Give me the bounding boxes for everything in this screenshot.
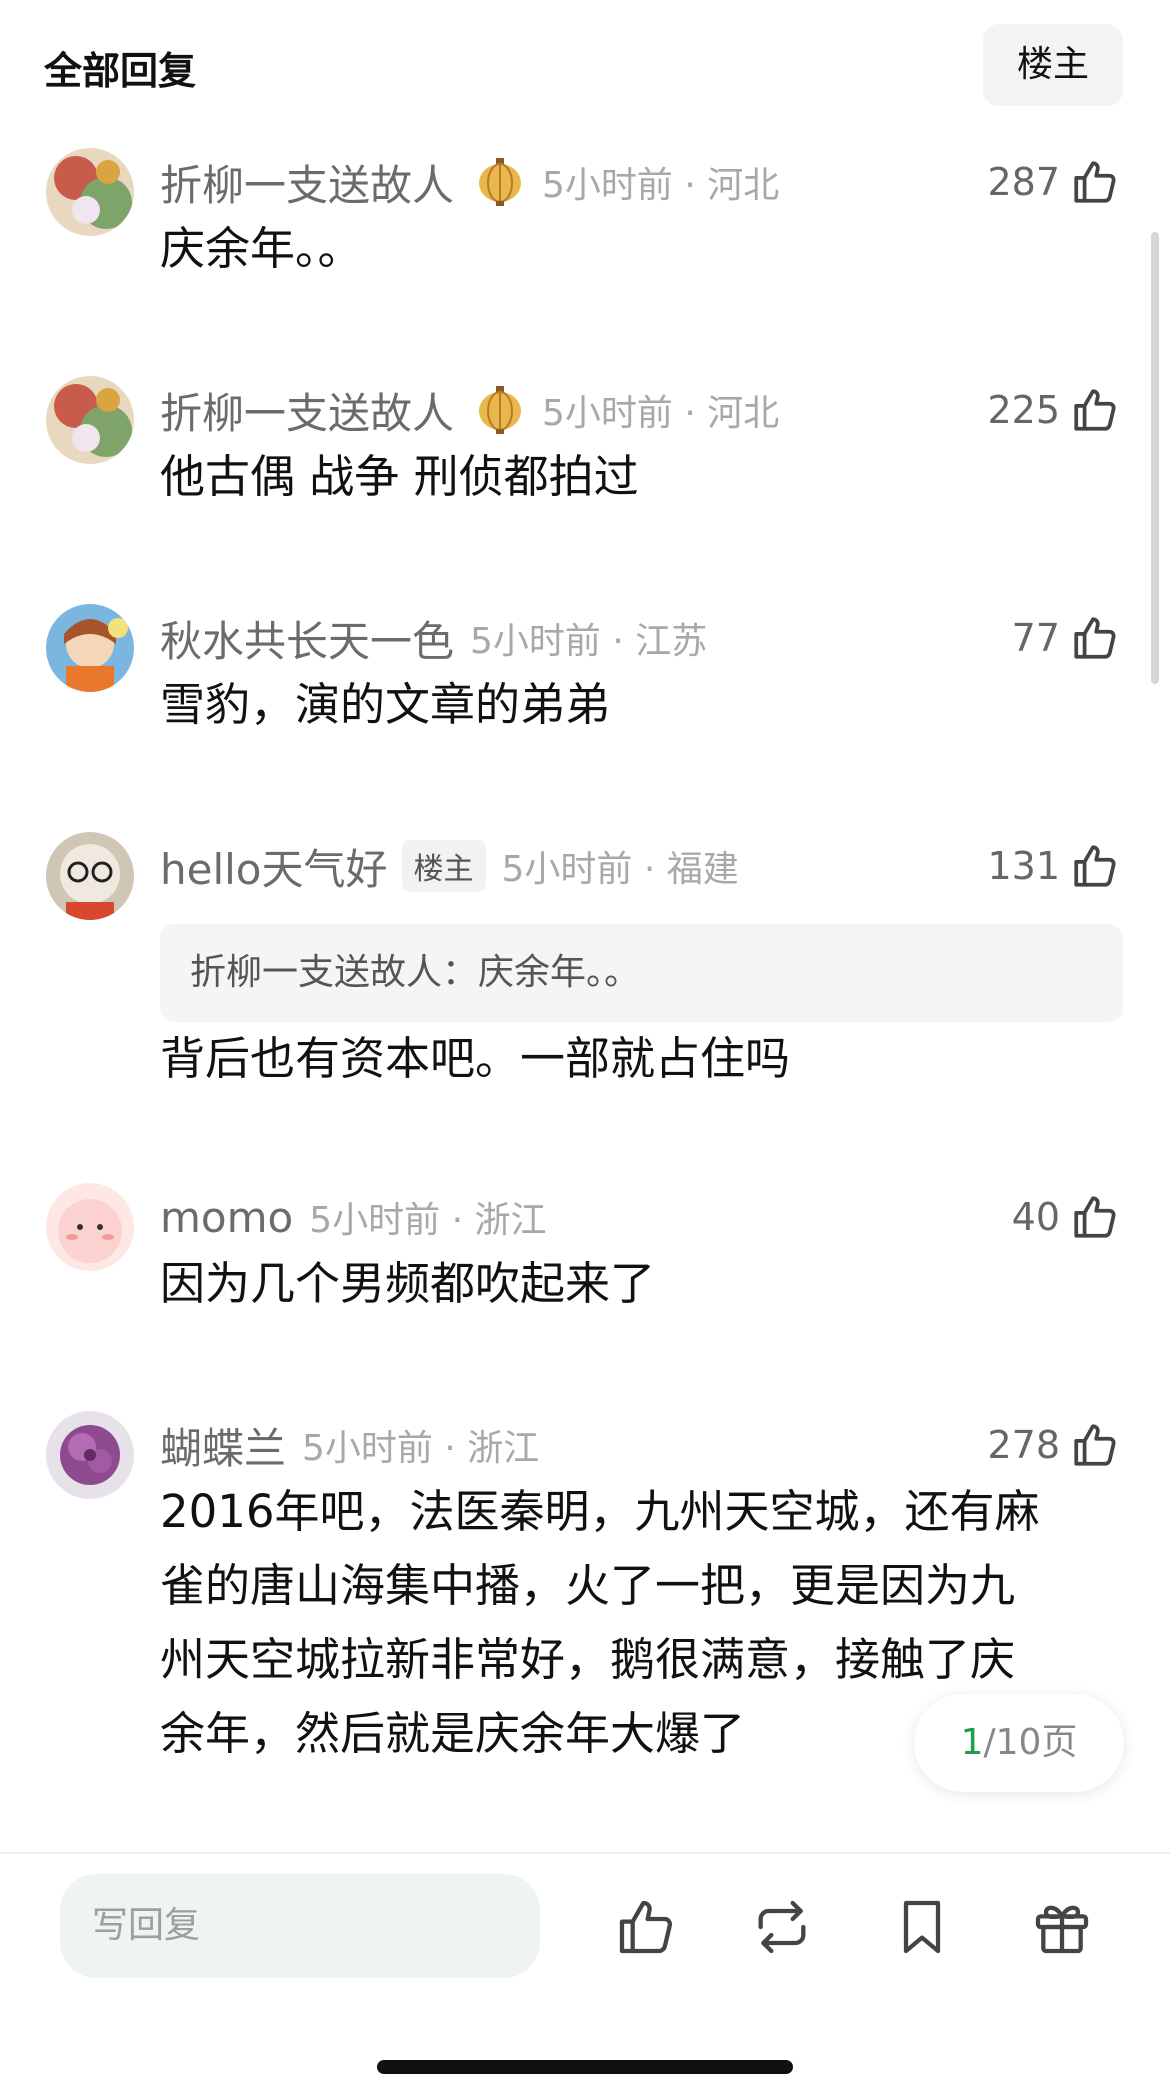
- username[interactable]: momo: [160, 1193, 293, 1242]
- like-button[interactable]: 40: [1012, 1187, 1120, 1247]
- gift-icon[interactable]: [1030, 1895, 1094, 1959]
- avatar[interactable]: [46, 376, 134, 464]
- thumbs-up-icon: [1074, 845, 1116, 887]
- like-button[interactable]: 77: [1012, 608, 1120, 668]
- username[interactable]: 折柳一支送故人: [160, 152, 454, 213]
- avatar[interactable]: [46, 604, 134, 692]
- like-button[interactable]: 131: [987, 836, 1120, 896]
- comment-text: 背后也有资本吧。一部就占住吗: [160, 1032, 791, 1085]
- comment-text-line: 2016年吧，法医秦明，九州天空城，还有麻: [160, 1485, 1040, 1538]
- thumbs-up-icon: [1074, 1424, 1116, 1466]
- avatar[interactable]: [46, 832, 134, 920]
- like-button[interactable]: 225: [987, 380, 1120, 440]
- op-only-button[interactable]: 楼主: [983, 24, 1123, 106]
- lantern-badge-icon: [474, 384, 526, 436]
- username[interactable]: hello天气好: [160, 836, 388, 897]
- op-badge: 楼主: [401, 840, 486, 892]
- comment-text: 雪豹，演的文章的弟弟: [160, 678, 611, 731]
- timestamp-location: 5小时前 · 福建: [501, 849, 739, 890]
- comments-page: 全部回复 楼主 折柳一支送故人 5小时前 · 河北 287 庆余年。。 折柳一支…: [0, 0, 1170, 2094]
- thumbs-up-icon: [1074, 1196, 1116, 1238]
- like-button[interactable]: 287: [987, 152, 1120, 212]
- scrollbar[interactable]: [1151, 232, 1159, 684]
- page-total: /10页: [983, 1722, 1078, 1763]
- bookmark-icon[interactable]: [890, 1895, 954, 1959]
- avatar[interactable]: [46, 1183, 134, 1271]
- comment-text-line: 州天空城拉新非常好，鹅很满意，接触了庆: [160, 1633, 1016, 1686]
- username[interactable]: 秋水共长天一色: [160, 608, 454, 669]
- thumbs-up-icon: [1074, 389, 1116, 431]
- reply-input[interactable]: 写回复: [60, 1874, 540, 1978]
- thumbs-up-icon: [1074, 617, 1116, 659]
- username[interactable]: 蝴蝶兰: [160, 1415, 286, 1476]
- like-count: 40: [1011, 1195, 1060, 1239]
- like-count: 278: [987, 1423, 1060, 1467]
- page-title: 全部回复: [44, 49, 197, 93]
- quoted-reply[interactable]: 折柳一支送故人：庆余年。。: [160, 924, 1123, 1022]
- comment-text-line: 雀的唐山海集中播，火了一把，更是因为九: [160, 1559, 1016, 1612]
- thumbs-up-icon: [1074, 161, 1116, 203]
- divider: [0, 1852, 1170, 1854]
- timestamp-location: 5小时前 · 江苏: [470, 621, 708, 662]
- comment-text: 因为几个男频都吹起来了: [160, 1257, 656, 1310]
- timestamp-location: 5小时前 · 浙江: [302, 1428, 540, 1469]
- home-indicator[interactable]: [377, 2060, 793, 2074]
- comment-text: 他古偶 战争 刑侦都拍过: [160, 450, 639, 503]
- like-count: 131: [987, 844, 1060, 888]
- thumbs-up-icon[interactable]: [614, 1895, 678, 1959]
- like-button[interactable]: 278: [987, 1415, 1120, 1475]
- current-page: 1: [960, 1722, 984, 1763]
- repost-icon[interactable]: [750, 1895, 814, 1959]
- avatar[interactable]: [46, 148, 134, 236]
- comment-text: 庆余年。。: [160, 222, 363, 275]
- username[interactable]: 折柳一支送故人: [160, 380, 454, 441]
- timestamp-location: 5小时前 · 河北: [542, 165, 780, 206]
- avatar[interactable]: [46, 1411, 134, 1499]
- header: 全部回复 楼主: [0, 0, 1170, 130]
- like-count: 225: [987, 388, 1060, 432]
- like-count: 77: [1011, 616, 1060, 660]
- lantern-badge-icon: [474, 156, 526, 208]
- like-count: 287: [987, 160, 1060, 204]
- timestamp-location: 5小时前 · 河北: [542, 393, 780, 434]
- timestamp-location: 5小时前 · 浙江: [309, 1200, 547, 1241]
- page-indicator[interactable]: 1/10页: [914, 1694, 1124, 1792]
